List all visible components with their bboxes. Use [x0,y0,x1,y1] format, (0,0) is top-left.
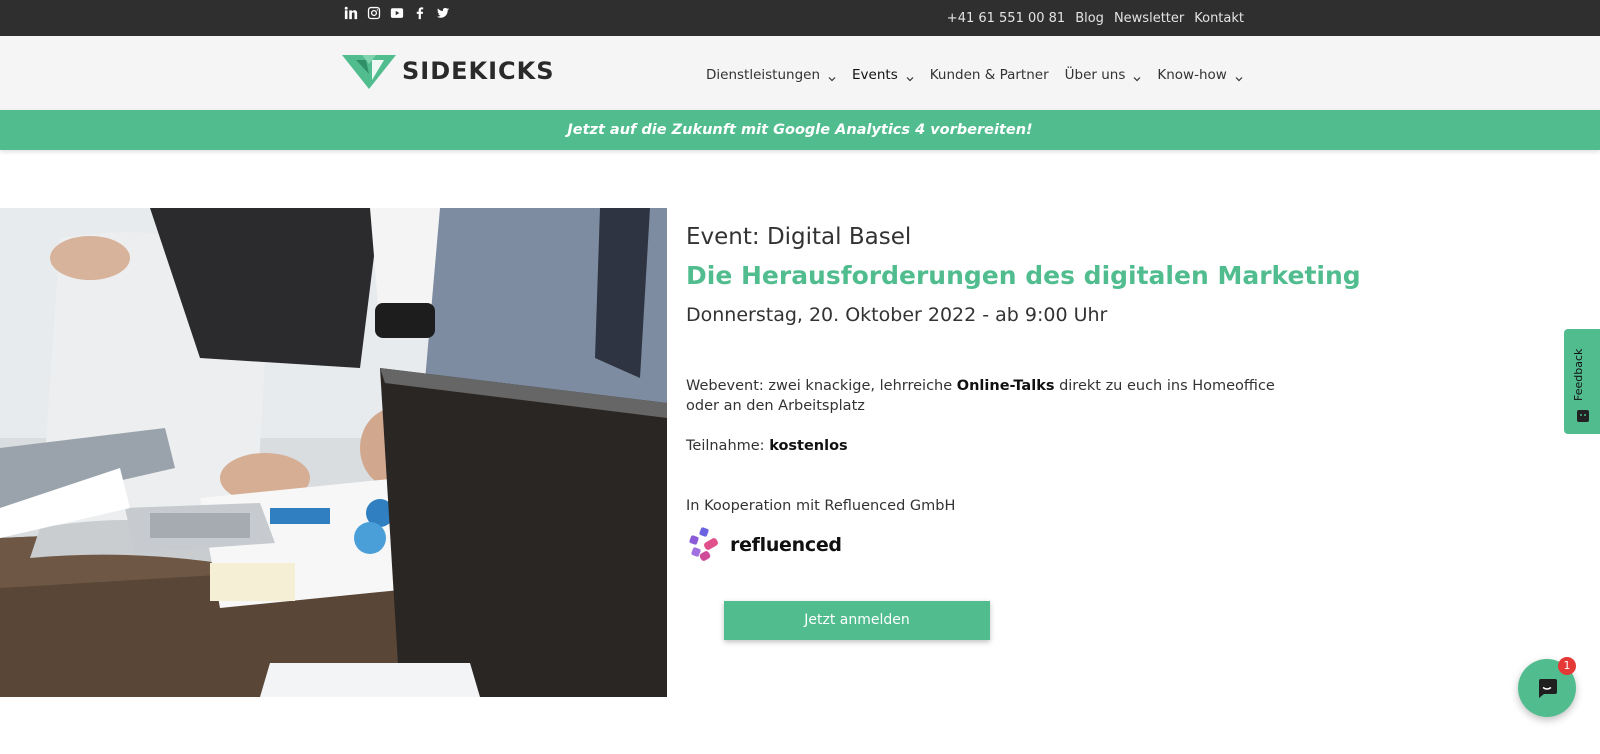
main-nav: Dienstleistungen Events Kunden & Partner… [706,67,1243,83]
youtube-icon[interactable] [390,6,404,20]
register-button[interactable]: Jetzt anmelden [724,601,990,640]
nav-item-kunden-partner[interactable]: Kunden & Partner [930,67,1049,83]
sidekicks-logo-icon [342,55,396,89]
feedback-tab[interactable]: Feedback [1564,329,1600,434]
partner-name: refluenced [730,534,842,556]
chevron-down-icon [828,71,836,82]
chevron-down-icon [906,71,914,82]
refluenced-logo-icon [689,527,718,561]
site-logo[interactable]: SIDEKICKS [342,52,555,90]
promo-banner[interactable]: Jetzt auf die Zukunft mit Google Analyti… [0,110,1600,150]
nav-item-ueber-uns[interactable]: Über uns [1065,67,1142,83]
nav-item-events[interactable]: Events [852,67,914,83]
newsletter-link[interactable]: Newsletter [1114,11,1184,26]
event-description: Webevent: zwei knackige, lehrreiche Onli… [686,376,1286,416]
event-date: Donnerstag, 20. Oktober 2022 - ab 9:00 U… [686,304,1108,326]
chevron-down-icon [1235,71,1243,82]
kontakt-link[interactable]: Kontakt [1194,11,1244,26]
blog-link[interactable]: Blog [1075,11,1104,26]
desc-highlight: Online-Talks [956,378,1055,394]
twitter-icon[interactable] [436,6,450,20]
nav-label: Events [852,67,898,83]
participation-info: Teilnahme: kostenlos [686,438,848,454]
event-details: Event: Digital Basel Die Herausforderung… [686,220,1386,640]
instagram-icon[interactable] [367,6,381,20]
desc-text: Webevent: zwei knackige, lehrreiche [686,378,957,394]
event-title: Die Herausforderungen des digitalen Mark… [686,261,1361,290]
nav-label: Über uns [1064,67,1126,83]
nav-label: Know-how [1157,67,1227,83]
event-label: Event: Digital Basel [686,224,912,250]
nav-item-know-how[interactable]: Know-how [1157,67,1243,83]
chevron-down-icon [1133,71,1141,82]
nav-label: Kunden & Partner [929,67,1049,83]
logo-text: SIDEKICKS [402,57,555,85]
phone-link[interactable]: +41 61 551 00 81 [947,11,1065,26]
top-links: +41 61 551 00 81 Blog Newsletter Kontakt [947,11,1244,26]
feedback-label: Feedback [1572,348,1585,401]
participation-label: Teilnahme: [686,438,770,454]
chat-icon [1539,679,1557,698]
facebook-icon[interactable] [413,6,427,20]
top-bar: +41 61 551 00 81 Blog Newsletter Kontakt [0,0,1600,36]
linkedin-icon[interactable] [344,6,358,20]
nav-label: Dienstleistungen [706,67,821,83]
cooperation-text: In Kooperation mit Refluenced GmbH [686,498,956,514]
event-hero-image [0,208,667,697]
nav-item-dienstleistungen[interactable]: Dienstleistungen [706,67,836,83]
feedback-icon [1577,410,1589,422]
participation-value: kostenlos [769,438,848,454]
main-header: SIDEKICKS Dienstleistungen Events Kunden… [0,36,1600,110]
social-links [344,6,450,20]
refluenced-logo[interactable]: refluenced [686,526,842,564]
chat-notification-badge: 1 [1558,657,1576,675]
